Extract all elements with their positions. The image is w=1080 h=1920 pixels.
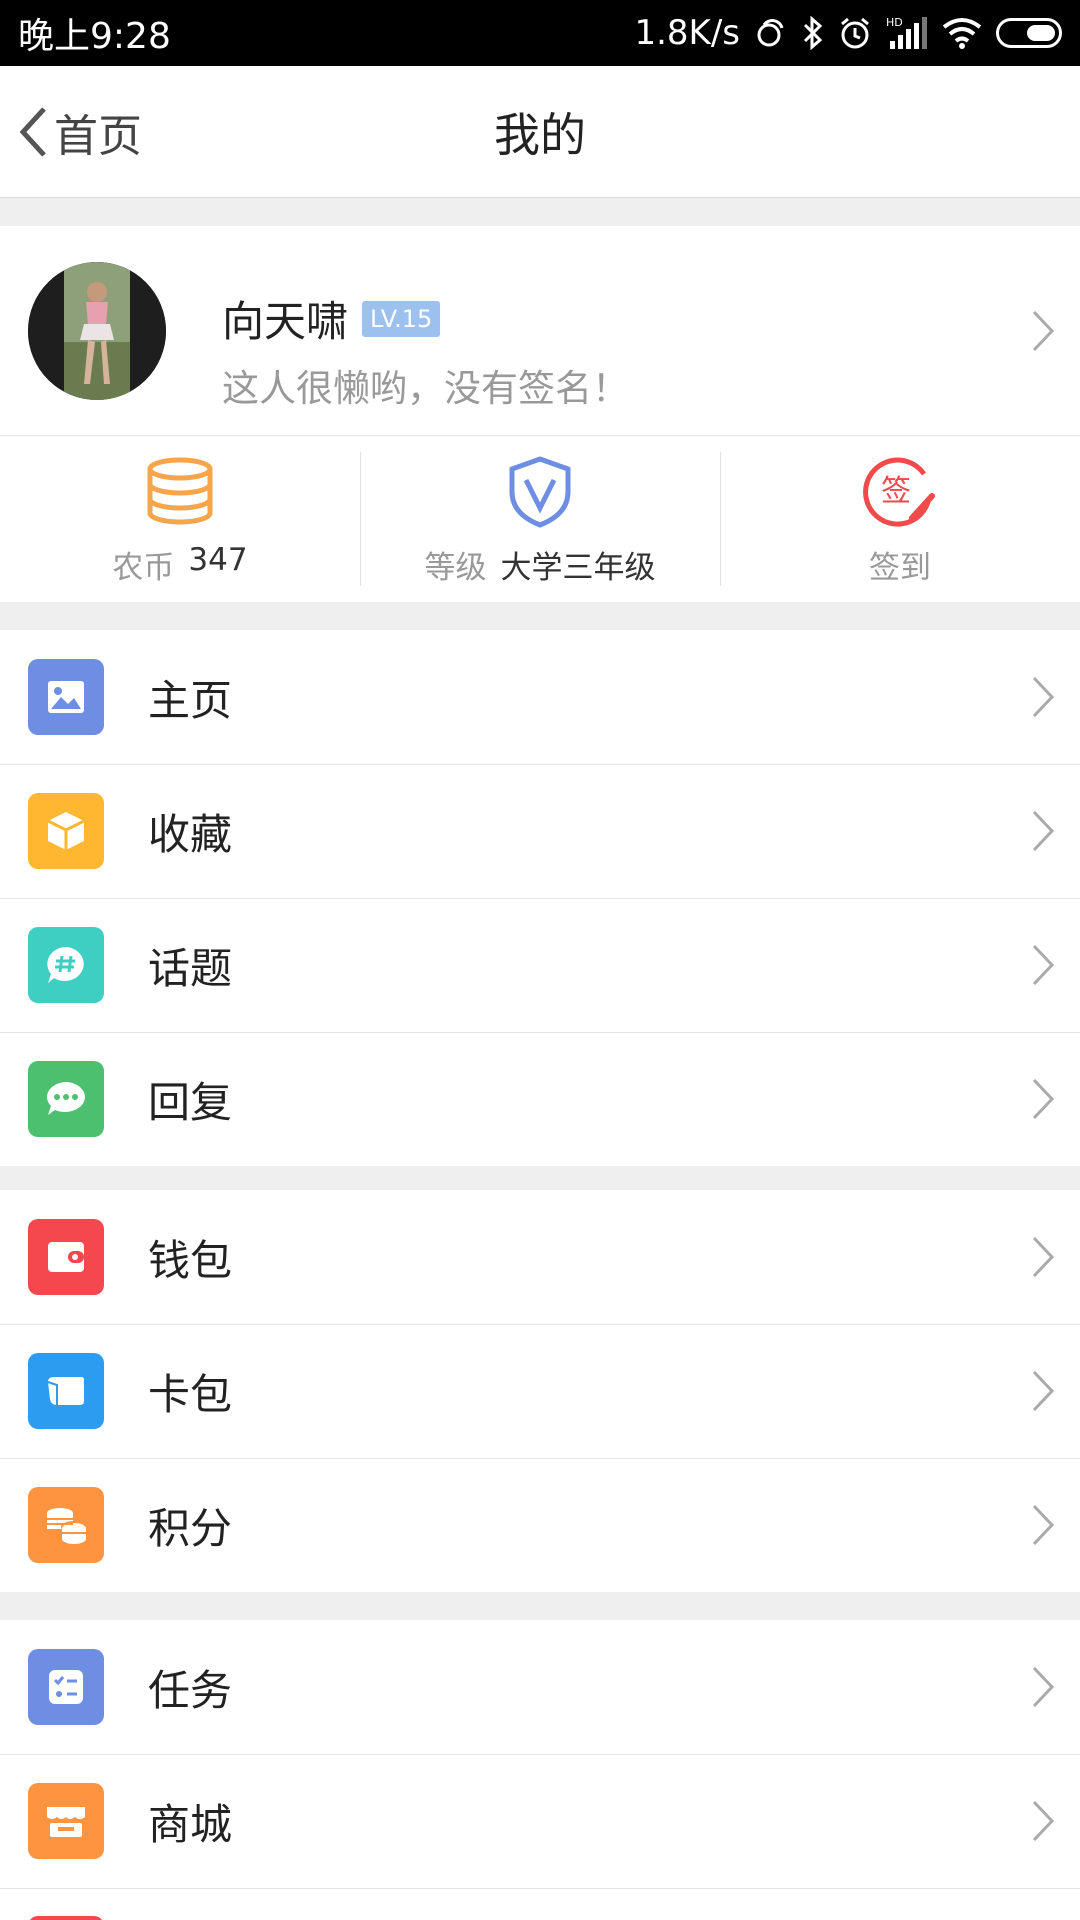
coins-stat[interactable]: 农币 347 — [0, 436, 360, 602]
menu-label: 回复 — [148, 1077, 233, 1127]
menu-label: 收藏 — [148, 809, 233, 859]
menu-label: 钱包 — [148, 1235, 233, 1285]
chevron-right-icon — [1032, 1666, 1055, 1708]
menu-item-topics[interactable]: 话题 — [0, 898, 1080, 1032]
chevron-right-icon — [1032, 810, 1055, 852]
menu-label: 任务 — [148, 1665, 233, 1715]
menu-item-tasks[interactable]: 任务 — [0, 1620, 1080, 1754]
menu-item-homepage[interactable]: 主页 — [0, 630, 1080, 764]
grade-stat[interactable]: 等级 大学三年级 — [360, 436, 720, 602]
nav-header: 首页 我的 — [0, 66, 1080, 198]
status-bar: 晚上9:28 1.8K/s HD — [0, 0, 1080, 66]
profile-name-row: 向天啸 LV.15 — [222, 288, 441, 349]
wifi-icon — [942, 13, 982, 53]
level-badge: LV.15 — [362, 300, 441, 337]
reply-chat-icon — [28, 1061, 104, 1137]
box-icon — [28, 793, 104, 869]
avatar[interactable] — [28, 262, 166, 400]
signature: 这人很懒哟，没有签名！ — [222, 367, 629, 410]
chevron-right-icon — [1032, 944, 1055, 986]
card-icon — [28, 1353, 104, 1429]
wallet-icon — [28, 1219, 104, 1295]
grade-label: 等级 — [424, 550, 487, 586]
bluetooth-icon — [802, 13, 824, 53]
username: 向天啸 — [222, 297, 349, 346]
menu-item-points[interactable]: 积分 — [0, 1458, 1080, 1592]
shield-icon — [502, 454, 578, 530]
menu-item-partial[interactable] — [0, 1888, 1080, 1920]
coins-stack-icon — [142, 454, 218, 530]
menu-label: 商城 — [148, 1799, 233, 1849]
menu-item-wallet[interactable]: 钱包 — [0, 1190, 1080, 1324]
coins-label: 农币 — [112, 550, 175, 586]
page-title: 我的 — [494, 108, 586, 162]
chevron-right-icon — [1032, 1504, 1055, 1546]
partial-menu-icon — [28, 1916, 104, 1920]
sync-icon — [754, 13, 788, 53]
network-speed: 1.8K/s — [634, 13, 740, 53]
menu-item-replies[interactable]: 回复 — [0, 1032, 1080, 1166]
signal-icon: HD — [886, 13, 928, 53]
chevron-right-icon — [1032, 1078, 1055, 1120]
stats-bar: 农币 347 等级 大学三年级 签 签到 — [0, 436, 1080, 602]
menu-group-2: 钱包 卡包 积分 — [0, 1190, 1080, 1592]
menu-group-1: 主页 收藏 话题 回复 — [0, 630, 1080, 1166]
task-list-icon — [28, 1649, 104, 1725]
checkin-icon: 签 — [862, 454, 938, 530]
coins-icon — [28, 1487, 104, 1563]
grade-value: 大学三年级 — [500, 550, 656, 586]
menu-label: 话题 — [148, 943, 233, 993]
hashtag-chat-icon — [28, 927, 104, 1003]
checkin-icon-char: 签 — [881, 474, 911, 509]
hd-label: HD — [886, 16, 903, 29]
menu-item-shop[interactable]: 商城 — [0, 1754, 1080, 1888]
alarm-icon — [838, 13, 872, 53]
battery-icon — [996, 18, 1062, 48]
chevron-right-icon — [1032, 676, 1055, 718]
coins-value: 347 — [188, 542, 248, 578]
profile-card[interactable]: 向天啸 LV.15 这人很懒哟，没有签名！ — [0, 226, 1080, 436]
image-icon — [28, 659, 104, 735]
menu-item-favorites[interactable]: 收藏 — [0, 764, 1080, 898]
chevron-right-icon — [1032, 1236, 1055, 1278]
chevron-right-icon — [1032, 310, 1055, 352]
menu-label: 积分 — [148, 1503, 233, 1553]
chevron-right-icon — [1032, 1800, 1055, 1842]
chevron-right-icon — [1032, 1370, 1055, 1412]
menu-item-cardholder[interactable]: 卡包 — [0, 1324, 1080, 1458]
status-time: 晚上9:28 — [18, 16, 171, 57]
menu-label: 卡包 — [148, 1369, 233, 1419]
shop-icon — [28, 1783, 104, 1859]
menu-group-3: 任务 商城 — [0, 1620, 1080, 1920]
status-right: 1.8K/s HD — [634, 13, 1062, 53]
checkin-stat[interactable]: 签 签到 — [720, 436, 1080, 602]
menu-label: 主页 — [148, 675, 233, 725]
checkin-label: 签到 — [869, 550, 931, 586]
